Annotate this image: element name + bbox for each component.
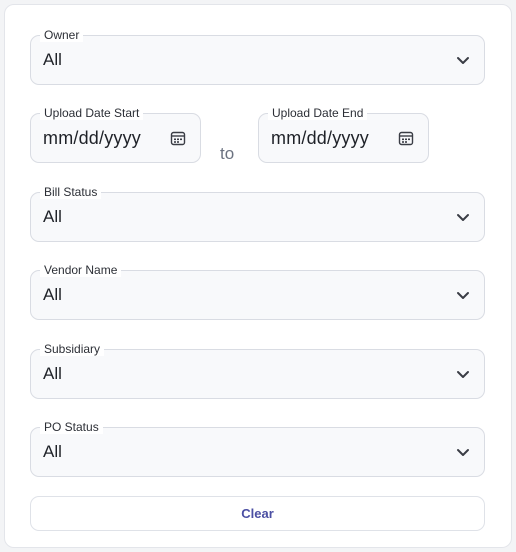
subsidiary-label: Subsidiary [40, 342, 105, 356]
calendar-icon[interactable] [170, 130, 186, 146]
upload-date-end-label: Upload Date End [268, 106, 368, 120]
bill-status-label: Bill Status [40, 185, 102, 199]
upload-date-start-placeholder: mm/dd/yyyy [43, 128, 142, 148]
bill-status-select[interactable]: Bill Status All [30, 185, 485, 242]
filter-panel: Owner All Upload Date Start mm/dd/yyyy t… [4, 4, 512, 548]
po-status-label: PO Status [40, 420, 103, 434]
vendor-name-select[interactable]: Vendor Name All [30, 263, 485, 320]
chevron-down-icon [457, 57, 469, 64]
upload-date-end-placeholder: mm/dd/yyyy [271, 128, 370, 148]
chevron-down-icon [457, 371, 469, 378]
upload-date-start-label: Upload Date Start [40, 106, 144, 120]
po-status-select[interactable]: PO Status All [30, 420, 485, 477]
vendor-name-label: Vendor Name [40, 263, 122, 277]
owner-select[interactable]: Owner All [30, 28, 485, 85]
chevron-down-icon [457, 214, 469, 221]
clear-button[interactable]: Clear [30, 496, 485, 531]
date-range-separator: to [220, 144, 235, 163]
subsidiary-value: All [43, 364, 62, 383]
vendor-name-value: All [43, 285, 62, 304]
chevron-down-icon [457, 292, 469, 299]
po-status-value: All [43, 442, 62, 461]
calendar-icon[interactable] [398, 130, 414, 146]
upload-date-end-field[interactable]: Upload Date End mm/dd/yyyy [258, 106, 429, 163]
upload-date-start-field[interactable]: Upload Date Start mm/dd/yyyy [30, 106, 201, 163]
owner-label: Owner [40, 28, 84, 42]
bill-status-value: All [43, 207, 62, 226]
subsidiary-select[interactable]: Subsidiary All [30, 342, 485, 399]
chevron-down-icon [457, 449, 469, 456]
owner-value: All [43, 50, 62, 69]
